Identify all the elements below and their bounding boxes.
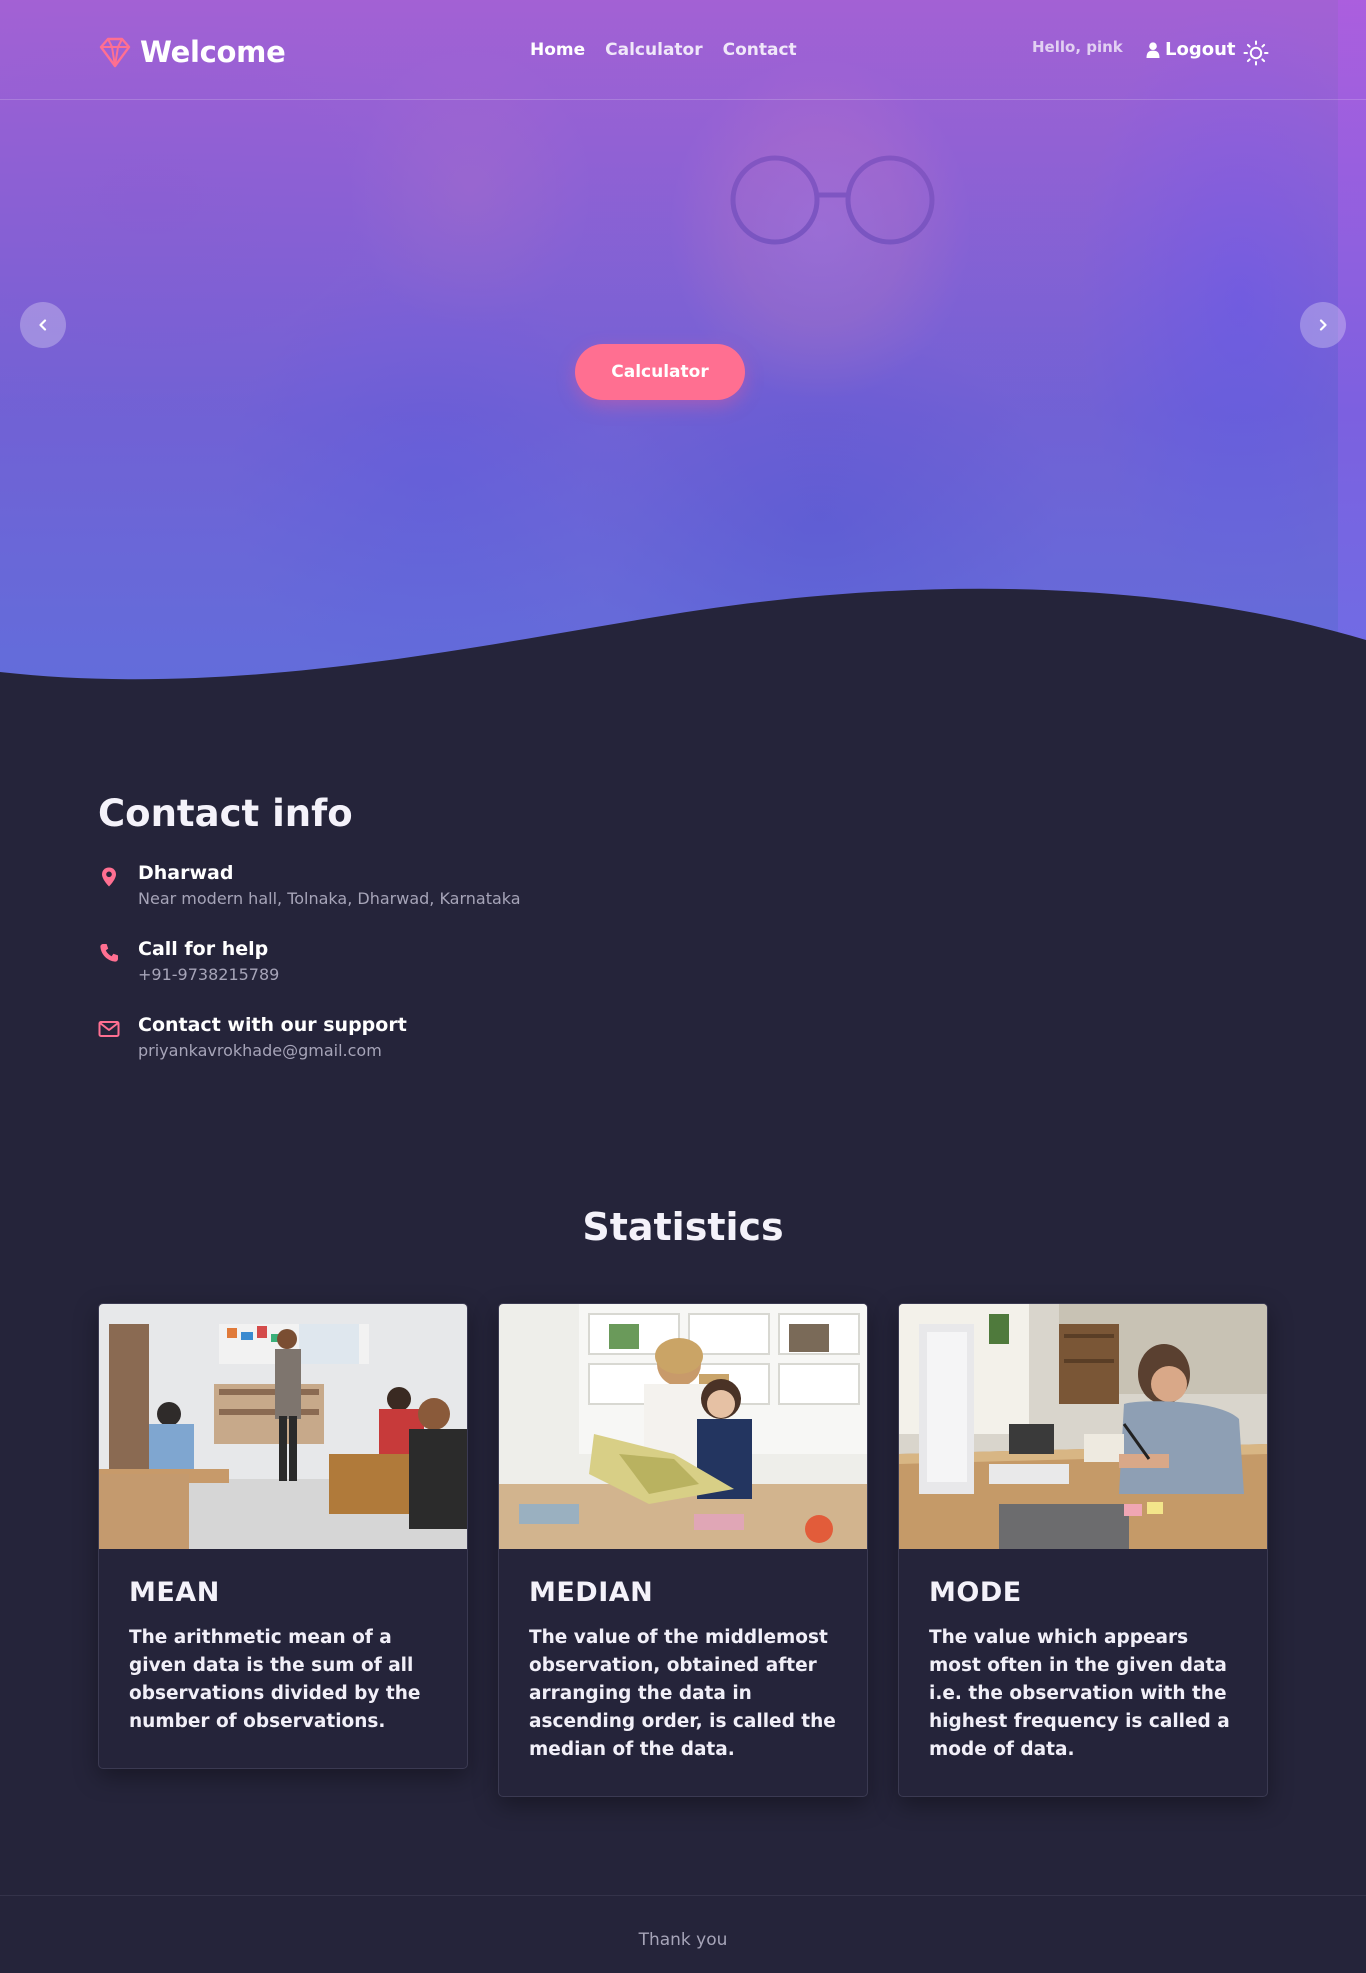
card-text-mean: The arithmetic mean of a given data is t… <box>129 1627 421 1732</box>
card-body: MEDIAN The value of the middlemost obser… <box>499 1549 867 1796</box>
contact-email-heading: Contact with our support <box>138 1014 407 1036</box>
nav-link-home[interactable]: Home <box>530 40 585 60</box>
hero-wave-divider <box>0 588 1366 690</box>
card-image-classroom <box>99 1304 467 1549</box>
contact-address-detail: Near modern hall, Tolnaka, Dharwad, Karn… <box>138 889 521 908</box>
chevron-right-icon <box>1319 319 1327 331</box>
carousel-next-button[interactable] <box>1300 302 1346 348</box>
contact-phone-heading: Call for help <box>138 938 269 960</box>
contact-section-title: Contact info <box>98 792 353 835</box>
hero-calculator-button[interactable]: Calculator <box>575 344 745 400</box>
user-greeting: Hello, pink <box>1032 38 1123 56</box>
statistic-card-mode: MODE The value which appears most often … <box>898 1303 1268 1797</box>
card-text-mode: The value which appears most often in th… <box>929 1627 1230 1760</box>
nav-link-calculator[interactable]: Calculator <box>605 40 702 60</box>
card-text-median: The value of the middlemost observation,… <box>529 1627 836 1760</box>
phone-icon <box>100 944 118 962</box>
footer: Thank you <box>0 1895 1366 1973</box>
logout-label: Logout <box>1165 39 1236 60</box>
card-title-median: MEDIAN <box>529 1577 654 1608</box>
brand-title: Welcome <box>140 35 286 69</box>
contact-email-detail[interactable]: priyankavrokhade@gmail.com <box>138 1041 382 1060</box>
top-navbar: Welcome Home Calculator Contact Hello, p… <box>0 0 1366 100</box>
card-image-reading <box>499 1304 867 1549</box>
contact-phone-detail[interactable]: +91-9738215789 <box>138 965 279 984</box>
chevron-left-icon <box>39 319 47 331</box>
card-body: MODE The value which appears most often … <box>899 1549 1267 1796</box>
hero-carousel: Welcome Home Calculator Contact Hello, p… <box>0 0 1366 690</box>
carousel-prev-button[interactable] <box>20 302 66 348</box>
sun-icon[interactable] <box>1243 40 1269 66</box>
card-title-mean: MEAN <box>129 1577 220 1608</box>
footer-text: Thank you <box>638 1930 728 1950</box>
statistic-card-median: MEDIAN The value of the middlemost obser… <box>498 1303 868 1797</box>
diamond-icon <box>99 37 131 68</box>
card-body: MEAN The arithmetic mean of a given data… <box>99 1549 467 1768</box>
user-icon <box>1146 41 1160 58</box>
nav-link-contact[interactable]: Contact <box>723 40 797 60</box>
card-title-mode: MODE <box>929 1577 1022 1608</box>
envelope-icon <box>98 1021 120 1037</box>
nav-links: Home Calculator Contact <box>530 40 797 60</box>
card-image-studying <box>899 1304 1267 1549</box>
location-pin-icon <box>102 867 116 887</box>
brand[interactable]: Welcome <box>98 34 286 70</box>
statistics-section-title: Statistics <box>582 1205 784 1249</box>
statistic-card-mean: MEAN The arithmetic mean of a given data… <box>98 1303 468 1769</box>
contact-address-heading: Dharwad <box>138 862 234 884</box>
logout-button[interactable]: Logout <box>1146 39 1236 60</box>
